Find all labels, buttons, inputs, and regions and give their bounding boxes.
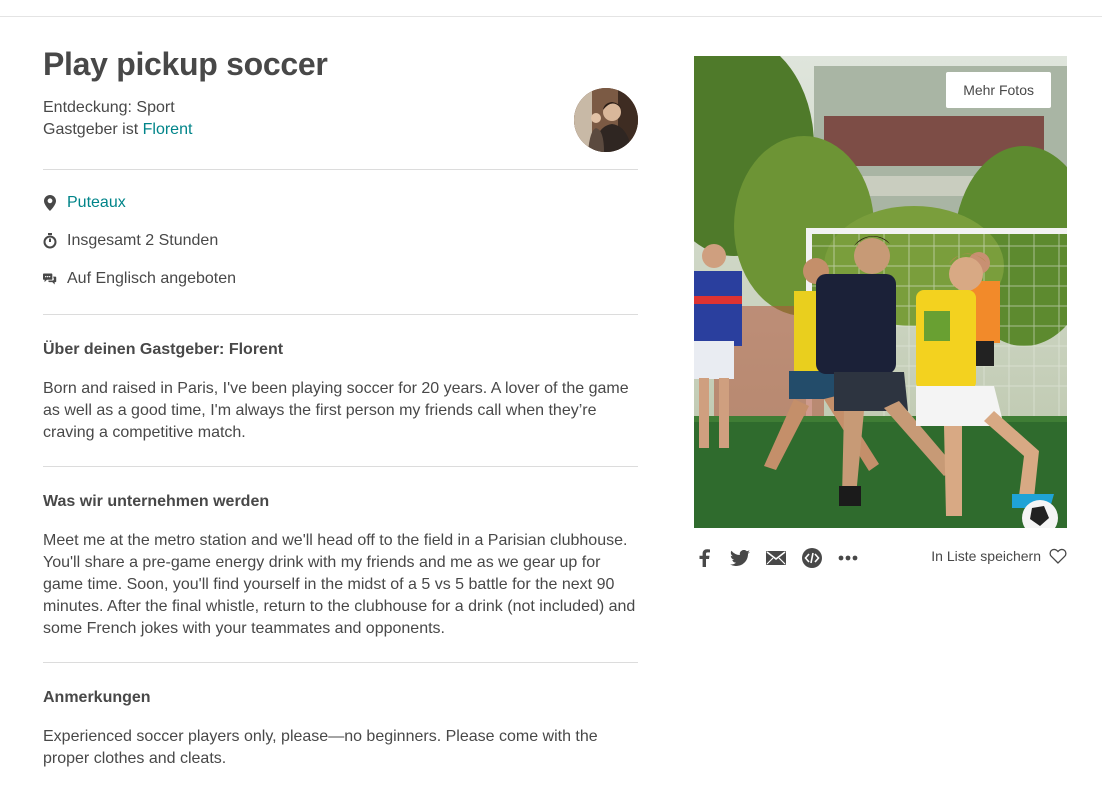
what-we-do-body: Meet me at the metro station and we'll h… (43, 532, 636, 637)
experience-details: Play pickup soccer Entdeckung: Sport Gas… (43, 40, 638, 792)
notes-body: Experienced soccer players only, please—… (43, 728, 598, 767)
chat-bubbles-icon (43, 271, 57, 287)
embed-icon[interactable] (802, 548, 822, 568)
fact-location: Puteaux (43, 184, 638, 222)
about-host-title: Über deinen Gastgeber: Florent (43, 341, 284, 358)
share-bar: In Liste speichern (694, 546, 1067, 570)
what-we-do-title: Was wir unternehmen werden (43, 493, 270, 510)
what-we-do-section: Was wir unternehmen werden Meet me at th… (43, 467, 638, 662)
notes-title: Anmerkungen (43, 689, 151, 706)
category-label: Entdeckung: Sport (43, 99, 175, 116)
more-photos-button[interactable]: Mehr Fotos (946, 72, 1051, 108)
notes-section: Anmerkungen Experienced soccer players o… (43, 663, 638, 792)
host-prefix: Gastgeber ist (43, 121, 143, 138)
language-text: Auf Englisch angeboten (67, 270, 237, 287)
fact-duration: Insgesamt 2 Stunden (43, 222, 638, 260)
save-to-list-label: In Liste speichern (931, 548, 1041, 564)
location-pin-icon (43, 195, 57, 211)
host-line: Gastgeber ist Florent (43, 119, 638, 141)
host-name-link[interactable]: Florent (143, 121, 193, 138)
heart-icon (1049, 548, 1067, 564)
save-to-list-button[interactable]: In Liste speichern (931, 548, 1067, 564)
about-host-section: Über deinen Gastgeber: Florent Born and … (43, 315, 638, 466)
experience-photo[interactable]: Mehr Fotos (694, 56, 1067, 528)
facebook-icon[interactable] (694, 548, 714, 568)
duration-text: Insgesamt 2 Stunden (67, 232, 219, 249)
about-host-body: Born and raised in Paris, I've been play… (43, 380, 629, 441)
more-icon[interactable] (838, 548, 858, 568)
twitter-icon[interactable] (730, 548, 750, 568)
experience-facts: Puteaux Insgesamt 2 Stunden Auf Englisch… (43, 170, 638, 314)
email-icon[interactable] (766, 548, 786, 568)
experience-meta: Entdeckung: Sport Gastgeber ist Florent (43, 97, 638, 141)
page-title: Play pickup soccer (43, 46, 328, 82)
host-avatar[interactable] (574, 88, 638, 152)
location-link[interactable]: Puteaux (67, 194, 126, 212)
fact-language: Auf Englisch angeboten (43, 260, 638, 298)
clock-icon (43, 233, 57, 249)
header-divider (0, 16, 1102, 17)
